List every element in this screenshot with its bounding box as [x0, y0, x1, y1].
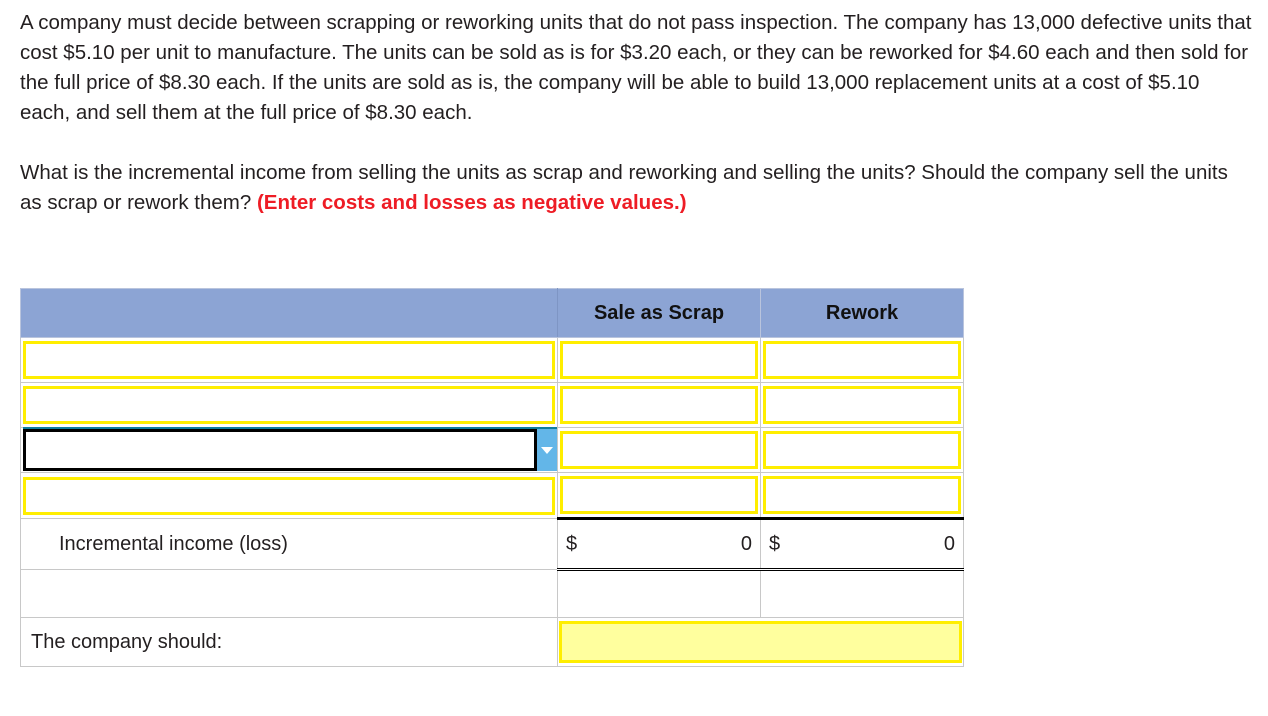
header-cell-sale-as-scrap: Sale as Scrap [557, 288, 761, 338]
focus-highlight-line [23, 427, 557, 429]
row4-rework-cell[interactable] [760, 472, 964, 519]
chevron-down-icon [541, 446, 553, 454]
row4-label-cell[interactable] [20, 472, 558, 519]
currency-symbol: $ [769, 532, 781, 555]
table-header-row: Sale as Scrap Rework [20, 288, 964, 338]
row1-label-cell[interactable] [20, 337, 558, 383]
incremental-income-scrap-value: 0 [740, 532, 752, 555]
incremental-income-scrap-value-wrap: $ 0 [558, 533, 760, 556]
row2-scrap-cell[interactable] [557, 382, 761, 428]
row1-rework-input[interactable] [763, 341, 961, 379]
problem-paragraph-2: What is the incremental income from sell… [20, 158, 1252, 218]
row3-dropdown-wrapper[interactable] [23, 427, 557, 471]
table-row [20, 337, 964, 383]
spacer-row [20, 569, 964, 618]
row4-scrap-cell[interactable] [557, 472, 761, 519]
company-should-field-cell[interactable] [557, 617, 964, 667]
header-cell-blank [20, 288, 558, 338]
row4-scrap-input[interactable] [560, 476, 758, 514]
incremental-income-label: Incremental income (loss) [20, 518, 558, 570]
row3-label-input[interactable] [23, 429, 537, 471]
row3-rework-input[interactable] [763, 431, 961, 469]
worksheet-table: Sale as Scrap Rework Incremental income … [20, 288, 964, 667]
row1-label-input[interactable] [23, 341, 555, 379]
header-cell-rework: Rework [760, 288, 964, 338]
incremental-income-rework-value: 0 [943, 532, 955, 555]
company-should-row: The company should: [20, 617, 964, 667]
row2-scrap-input[interactable] [560, 386, 758, 424]
company-should-label: The company should: [20, 617, 558, 667]
row1-scrap-input[interactable] [560, 341, 758, 379]
row3-label-dropdown-cell[interactable] [20, 427, 558, 473]
row2-label-input[interactable] [23, 386, 555, 424]
row3-dropdown-button[interactable] [537, 429, 557, 471]
table-row [20, 472, 964, 519]
table-row [20, 382, 964, 428]
company-should-input[interactable] [559, 621, 962, 663]
incremental-income-row: Incremental income (loss) $ 0 $ 0 [20, 517, 964, 571]
table-row [20, 427, 964, 473]
spacer-cell-scrap [557, 569, 761, 618]
row4-rework-input[interactable] [763, 476, 961, 514]
instruction-emphasis: (Enter costs and losses as negative valu… [256, 191, 687, 214]
incremental-income-rework-cell: $ 0 [760, 517, 964, 571]
spacer-cell-label [20, 569, 558, 618]
problem-paragraph-1: A company must decide between scrapping … [20, 11, 1252, 124]
row1-rework-cell[interactable] [760, 337, 964, 383]
incremental-income-scrap-cell: $ 0 [557, 517, 761, 571]
row2-rework-cell[interactable] [760, 382, 964, 428]
row2-label-cell[interactable] [20, 382, 558, 428]
row1-scrap-cell[interactable] [557, 337, 761, 383]
row3-rework-cell[interactable] [760, 427, 964, 473]
row3-scrap-input[interactable] [560, 431, 758, 469]
incremental-income-rework-value-wrap: $ 0 [761, 533, 963, 556]
currency-symbol: $ [566, 532, 578, 555]
row4-label-input[interactable] [23, 476, 555, 515]
row3-scrap-cell[interactable] [557, 427, 761, 473]
problem-statement: A company must decide between scrapping … [20, 8, 1252, 218]
row2-rework-input[interactable] [763, 386, 961, 424]
spacer-cell-rework [760, 569, 964, 618]
